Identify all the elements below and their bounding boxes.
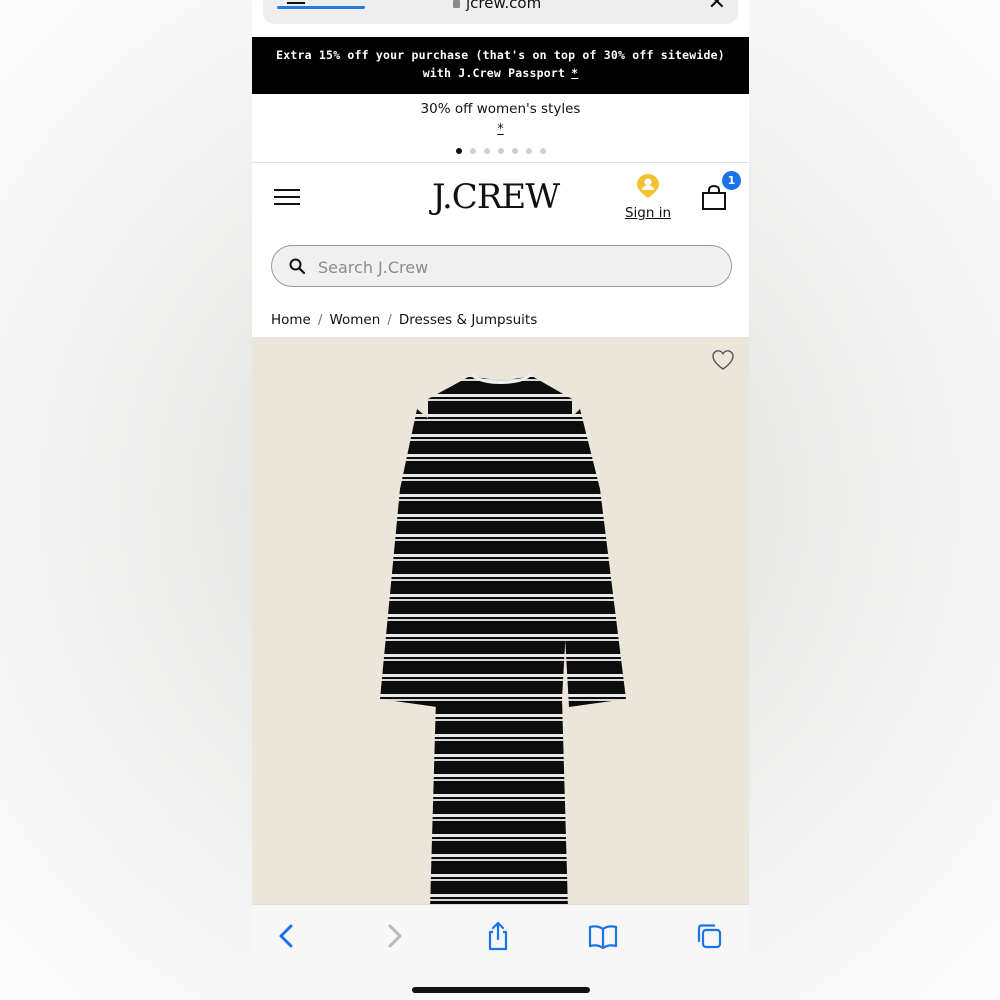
breadcrumb-dresses[interactable]: Dresses & Jumpsuits — [399, 312, 537, 328]
heart-icon[interactable] — [711, 349, 735, 371]
carousel-dot[interactable] — [539, 148, 546, 154]
striped-dress-photo — [380, 373, 626, 904]
chevron-right-icon[interactable] — [379, 921, 409, 951]
book-icon[interactable] — [588, 921, 618, 951]
phone-screen: jcrew.com ✕ Extra 15% off your purchase … — [252, 0, 749, 1000]
share-icon[interactable] — [483, 921, 513, 951]
site-header: J.CREW Sign in 1 — [252, 163, 749, 238]
address-bar[interactable]: jcrew.com ✕ — [263, 0, 738, 24]
user-location-icon — [637, 174, 659, 198]
bag-count-badge: 1 — [722, 171, 741, 190]
breadcrumb: Home / Women / Dresses & Jumpsuits — [271, 312, 537, 328]
product-image[interactable] — [252, 337, 749, 904]
carousel-dot[interactable] — [525, 148, 532, 154]
home-indicator[interactable] — [412, 987, 590, 993]
tabs-icon[interactable] — [694, 921, 724, 951]
carousel-dot[interactable] — [511, 148, 518, 154]
promo-banner[interactable]: Extra 15% off your purchase (that's on t… — [252, 37, 749, 94]
search-input[interactable] — [316, 252, 700, 282]
promo-line-2: with J.Crew Passport * — [252, 66, 749, 80]
site-logo[interactable]: J.CREW — [432, 177, 560, 217]
url-label: jcrew.com — [466, 0, 542, 12]
close-icon[interactable]: ✕ — [708, 0, 726, 14]
secondary-promo-details-link[interactable]: * — [252, 122, 749, 137]
page-load-progress — [277, 6, 365, 9]
breadcrumb-separator: / — [387, 312, 392, 328]
promo-line-1: Extra 15% off your purchase (that's on t… — [276, 48, 725, 62]
sign-in-label: Sign in — [624, 205, 672, 221]
sign-in-button[interactable]: Sign in — [620, 173, 676, 221]
carousel-dot[interactable] — [455, 148, 462, 154]
secondary-promo-text: 30% off women's styles — [420, 101, 581, 117]
chevron-left-icon[interactable] — [272, 921, 302, 951]
carousel-dot[interactable] — [483, 148, 490, 154]
hamburger-menu-icon[interactable] — [274, 189, 300, 207]
promo-line-2-text: with J.Crew Passport — [422, 66, 566, 80]
carousel-dot[interactable] — [497, 148, 504, 154]
url-text[interactable]: jcrew.com — [453, 0, 541, 12]
promo-details-link[interactable]: * — [571, 66, 578, 80]
browser-toolbar — [252, 904, 749, 1000]
search-bar[interactable] — [271, 245, 732, 287]
carousel-dots[interactable] — [252, 148, 749, 154]
breadcrumb-separator: / — [317, 312, 323, 328]
shopping-bag-icon[interactable] — [701, 185, 727, 211]
breadcrumb-women[interactable]: Women — [329, 312, 380, 328]
secondary-promo: 30% off women's styles * — [252, 94, 749, 162]
search-icon — [289, 258, 305, 274]
breadcrumb-home[interactable]: Home — [271, 312, 311, 328]
carousel-dot[interactable] — [469, 148, 476, 154]
lock-icon — [453, 0, 460, 8]
